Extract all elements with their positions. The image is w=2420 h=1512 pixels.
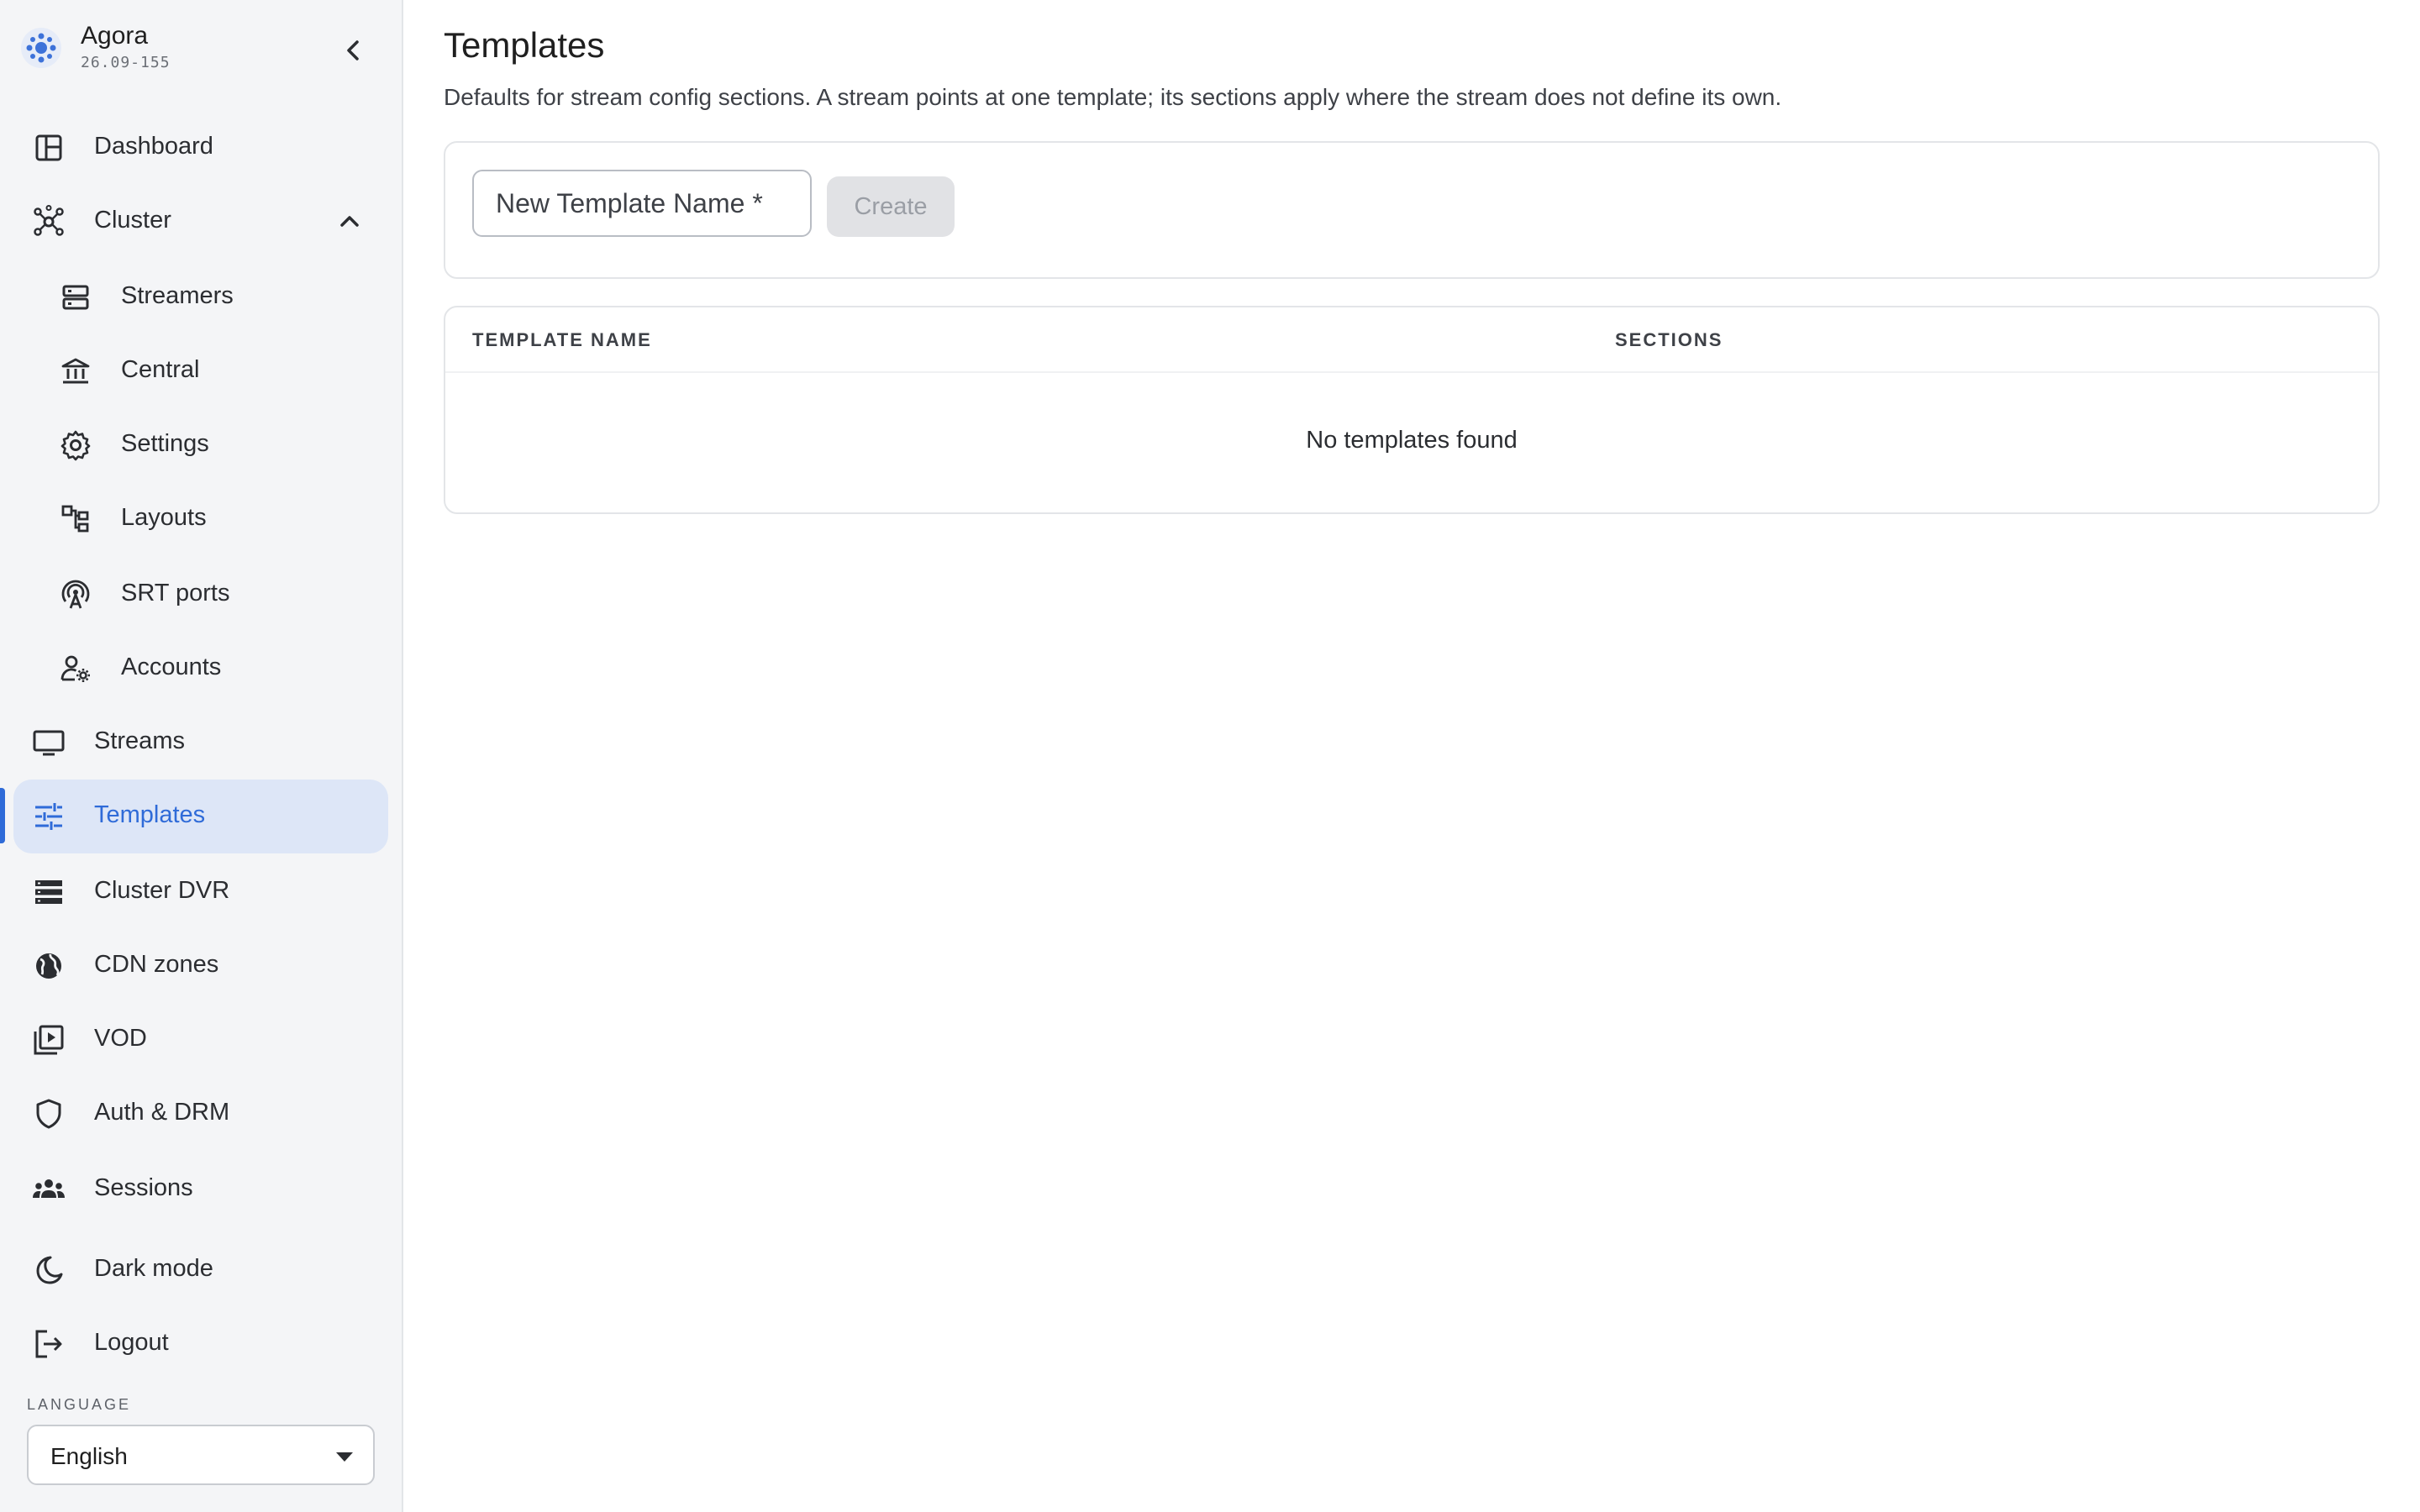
chevron-left-icon <box>347 40 359 60</box>
column-header-sections: SECTIONS <box>1615 329 1723 350</box>
sidebar-item-srt-ports[interactable]: SRT ports <box>13 558 388 632</box>
monitor-icon <box>32 726 66 759</box>
sidebar-item-label: Settings <box>121 430 209 457</box>
sidebar-item-dashboard[interactable]: Dashboard <box>13 111 388 185</box>
shield-icon <box>32 1097 66 1131</box>
sidebar-item-streamers[interactable]: Streamers <box>13 260 388 334</box>
brand: Agora 26.09-155 <box>20 22 381 76</box>
sidebar-item-sessions[interactable]: Sessions <box>13 1152 388 1226</box>
collapse-sidebar-button[interactable] <box>334 32 371 69</box>
create-button[interactable]: Create <box>827 176 955 237</box>
sliders-icon <box>32 800 66 833</box>
user-gear-icon <box>59 652 92 685</box>
gear-icon <box>59 428 92 462</box>
sidebar-item-central[interactable]: Central <box>13 334 388 408</box>
storage-icon <box>32 875 66 909</box>
language-value: English <box>50 1443 128 1469</box>
sidebar-item-settings[interactable]: Settings <box>13 408 388 482</box>
sidebar-item-label: Cluster <box>94 207 171 234</box>
sidebar-item-label: Streams <box>94 727 185 754</box>
moon-icon <box>32 1253 66 1287</box>
sidebar-item-label: SRT ports <box>121 580 230 606</box>
templates-table: TEMPLATE NAME SECTIONS No templates foun… <box>444 306 2380 514</box>
sidebar-item-templates[interactable]: Templates <box>13 780 388 853</box>
antenna-icon <box>59 578 92 612</box>
sidebar-item-accounts[interactable]: Accounts <box>13 632 388 706</box>
sidebar-item-layouts[interactable]: Layouts <box>13 482 388 556</box>
chevron-up-icon[interactable] <box>334 207 365 237</box>
table-header-divider <box>445 371 2378 373</box>
sidebar: Agora 26.09-155 Dashboard Cluster Stream… <box>0 0 403 1512</box>
caret-down-icon <box>334 1448 355 1465</box>
language-label: LANGUAGE <box>27 1396 132 1413</box>
video-library-icon <box>32 1023 66 1057</box>
dashboard-icon <box>32 131 66 165</box>
sidebar-item-label: Streamers <box>121 282 234 309</box>
sidebar-item-label: Cluster DVR <box>94 877 230 904</box>
sidebar-item-label: Dashboard <box>94 133 213 160</box>
cluster-icon <box>32 205 66 239</box>
column-header-template-name: TEMPLATE NAME <box>472 329 652 350</box>
sidebar-item-dark-mode[interactable]: Dark mode <box>13 1233 388 1307</box>
sidebar-item-cluster-dvr[interactable]: Cluster DVR <box>13 855 388 929</box>
language-select[interactable]: English <box>27 1425 375 1485</box>
central-icon <box>59 354 92 388</box>
sidebar-item-auth-drm[interactable]: Auth & DRM <box>13 1077 388 1151</box>
agora-logo-icon <box>20 27 62 69</box>
sidebar-item-label: Accounts <box>121 654 222 680</box>
layouts-icon <box>59 502 92 536</box>
app-name: Agora <box>81 22 149 50</box>
sidebar-item-label: Auth & DRM <box>94 1099 230 1126</box>
create-template-card: Create <box>444 141 2380 279</box>
page-title: Templates <box>444 25 605 65</box>
app-root: Agora 26.09-155 Dashboard Cluster Stream… <box>0 0 2420 1512</box>
sidebar-item-cluster[interactable]: Cluster <box>13 185 388 259</box>
sidebar-item-label: Central <box>121 356 200 383</box>
logout-icon <box>32 1327 66 1361</box>
sidebar-item-label: Sessions <box>94 1174 193 1201</box>
globe-icon <box>32 949 66 983</box>
sidebar-item-logout[interactable]: Logout <box>13 1307 388 1381</box>
streamers-icon <box>59 281 92 314</box>
sidebar-item-label: Dark mode <box>94 1255 213 1282</box>
sidebar-item-label: Layouts <box>121 504 207 531</box>
active-indicator <box>0 788 5 843</box>
sidebar-item-label: Templates <box>94 801 206 828</box>
empty-state-message: No templates found <box>1306 427 1518 454</box>
sidebar-item-label: VOD <box>94 1025 147 1052</box>
template-name-input[interactable] <box>472 170 812 237</box>
app-version: 26.09-155 <box>81 54 171 71</box>
sidebar-item-vod[interactable]: VOD <box>13 1003 388 1077</box>
sidebar-item-streams[interactable]: Streams <box>13 706 388 780</box>
people-icon <box>32 1173 66 1206</box>
sidebar-item-cdn-zones[interactable]: CDN zones <box>13 929 388 1003</box>
sidebar-item-label: CDN zones <box>94 951 219 978</box>
page-description: Defaults for stream config sections. A s… <box>444 84 1782 110</box>
sidebar-item-label: Logout <box>94 1329 169 1356</box>
